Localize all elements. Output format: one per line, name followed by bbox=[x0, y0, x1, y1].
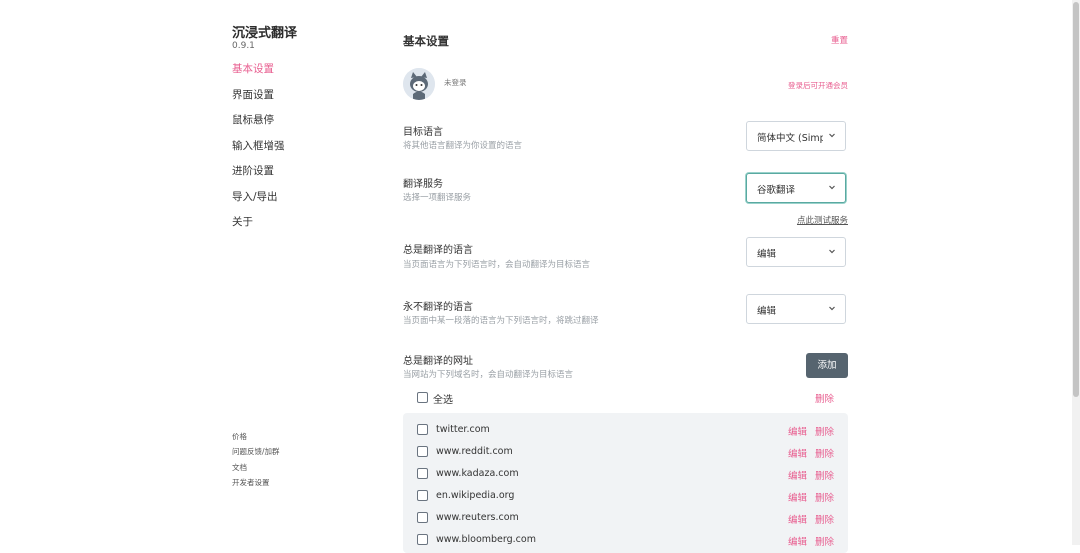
target-language-select[interactable]: 简体中文 (Simplified Chinese) bbox=[746, 121, 846, 151]
always-translate-urls-desc: 当网站为下列域名时，会自动翻译为目标语言 bbox=[403, 370, 574, 380]
list-item: www.bloomberg.com 编辑 删除 bbox=[403, 530, 848, 552]
login-status: 未登录 bbox=[444, 78, 467, 87]
always-translate-langs-desc: 当页面语言为下列语言时，会自动翻译为目标语言 bbox=[403, 260, 591, 270]
login-member-link[interactable]: 登录后可开通会员 bbox=[788, 80, 848, 91]
scrollbar-thumb[interactable] bbox=[1073, 2, 1079, 397]
site-domain: en.wikipedia.org bbox=[436, 490, 515, 501]
never-translate-langs-desc: 当页面中某一段落的语言为下列语言时，将跳过翻译 bbox=[403, 316, 599, 326]
main-panel: 基本设置 重置 未登录 登录后可开通会员 目标语言 将其他语言翻译为你设置的语言… bbox=[403, 0, 848, 553]
list-item: www.reddit.com 编辑 删除 bbox=[403, 442, 848, 464]
service-label: 翻译服务 bbox=[403, 179, 443, 190]
sidebar-item-about[interactable]: 关于 bbox=[232, 215, 285, 241]
site-checkbox[interactable] bbox=[417, 512, 428, 523]
delete-site-button[interactable]: 删除 bbox=[815, 424, 834, 438]
target-language-desc: 将其他语言翻译为你设置的语言 bbox=[403, 141, 523, 151]
site-list: twitter.com 编辑 删除 www.reddit.com 编辑 删除 w… bbox=[403, 413, 848, 553]
site-domain: www.reuters.com bbox=[436, 512, 519, 523]
sidebar-footer: 价格 问题反馈/加群 文档 开发者设置 bbox=[232, 431, 280, 492]
service-select[interactable]: 谷歌翻译 bbox=[746, 173, 846, 203]
always-translate-langs-select[interactable]: 编辑 bbox=[746, 237, 846, 267]
footer-link-pricing[interactable]: 价格 bbox=[232, 431, 280, 446]
site-checkbox[interactable] bbox=[417, 468, 428, 479]
chevron-down-icon bbox=[829, 306, 835, 311]
edit-site-button[interactable]: 编辑 bbox=[788, 534, 807, 548]
edit-site-button[interactable]: 编辑 bbox=[788, 490, 807, 504]
edit-site-button[interactable]: 编辑 bbox=[788, 424, 807, 438]
cat-avatar-icon bbox=[403, 68, 435, 100]
select-all-label: 全选 bbox=[433, 395, 453, 406]
list-item: www.reuters.com 编辑 删除 bbox=[403, 508, 848, 530]
site-domain: twitter.com bbox=[436, 424, 490, 435]
chevron-down-icon bbox=[829, 185, 835, 190]
edit-site-button[interactable]: 编辑 bbox=[788, 468, 807, 482]
delete-site-button[interactable]: 删除 bbox=[815, 490, 834, 504]
sidebar-item-advanced-settings[interactable]: 进阶设置 bbox=[232, 164, 285, 190]
delete-selected-button[interactable]: 删除 bbox=[815, 391, 834, 405]
never-translate-langs-select[interactable]: 编辑 bbox=[746, 294, 846, 324]
footer-link-feedback[interactable]: 问题反馈/加群 bbox=[232, 446, 280, 461]
target-language-value: 简体中文 (Simplified Chinese) bbox=[757, 133, 823, 144]
page-title: 基本设置 bbox=[403, 34, 449, 48]
delete-site-button[interactable]: 删除 bbox=[815, 512, 834, 526]
target-language-label: 目标语言 bbox=[403, 127, 443, 138]
list-item: www.kadaza.com 编辑 删除 bbox=[403, 464, 848, 486]
never-translate-langs-label: 永不翻译的语言 bbox=[403, 302, 473, 313]
app-version: 0.9.1 bbox=[232, 41, 255, 51]
sidebar: 沉浸式翻译 0.9.1 基本设置 界面设置 鼠标悬停 输入框增强 进阶设置 导入… bbox=[232, 0, 352, 545]
delete-site-button[interactable]: 删除 bbox=[815, 446, 834, 460]
edit-site-button[interactable]: 编辑 bbox=[788, 512, 807, 526]
avatar[interactable] bbox=[403, 68, 435, 100]
service-value: 谷歌翻译 bbox=[757, 185, 796, 196]
site-checkbox[interactable] bbox=[417, 446, 428, 457]
site-domain: www.reddit.com bbox=[436, 446, 513, 457]
sidebar-item-input-enhance[interactable]: 输入框增强 bbox=[232, 139, 285, 165]
footer-link-docs[interactable]: 文档 bbox=[232, 462, 280, 477]
test-service-link[interactable]: 点此测试服务 bbox=[797, 214, 848, 226]
chevron-down-icon bbox=[829, 249, 835, 254]
site-checkbox[interactable] bbox=[417, 490, 428, 501]
chevron-down-icon bbox=[829, 133, 835, 138]
sidebar-item-import-export[interactable]: 导入/导出 bbox=[232, 190, 285, 216]
app-title: 沉浸式翻译 bbox=[232, 26, 298, 41]
site-domain: www.bloomberg.com bbox=[436, 534, 536, 545]
never-translate-langs-value: 编辑 bbox=[757, 306, 777, 317]
always-translate-langs-value: 编辑 bbox=[757, 249, 777, 260]
delete-site-button[interactable]: 删除 bbox=[815, 468, 834, 482]
site-checkbox[interactable] bbox=[417, 534, 428, 545]
site-checkbox[interactable] bbox=[417, 424, 428, 435]
add-url-button[interactable]: 添加 bbox=[806, 353, 848, 378]
always-translate-langs-label: 总是翻译的语言 bbox=[403, 245, 473, 256]
footer-link-developer[interactable]: 开发者设置 bbox=[232, 477, 280, 492]
page-scrollbar[interactable] bbox=[1072, 0, 1080, 545]
sidebar-item-basic-settings[interactable]: 基本设置 bbox=[232, 62, 285, 88]
sidebar-nav: 基本设置 界面设置 鼠标悬停 输入框增强 进阶设置 导入/导出 关于 bbox=[232, 62, 285, 241]
sidebar-item-interface-settings[interactable]: 界面设置 bbox=[232, 88, 285, 114]
list-item: en.wikipedia.org 编辑 删除 bbox=[403, 486, 848, 508]
list-item: twitter.com 编辑 删除 bbox=[403, 420, 848, 442]
select-all-checkbox[interactable] bbox=[417, 392, 428, 403]
edit-site-button[interactable]: 编辑 bbox=[788, 446, 807, 460]
service-desc: 选择一项翻译服务 bbox=[403, 193, 472, 203]
always-translate-urls-label: 总是翻译的网址 bbox=[403, 356, 473, 367]
reset-button[interactable]: 重置 bbox=[831, 34, 848, 46]
sidebar-item-mouse-hover[interactable]: 鼠标悬停 bbox=[232, 113, 285, 139]
site-domain: www.kadaza.com bbox=[436, 468, 519, 479]
delete-site-button[interactable]: 删除 bbox=[815, 534, 834, 548]
